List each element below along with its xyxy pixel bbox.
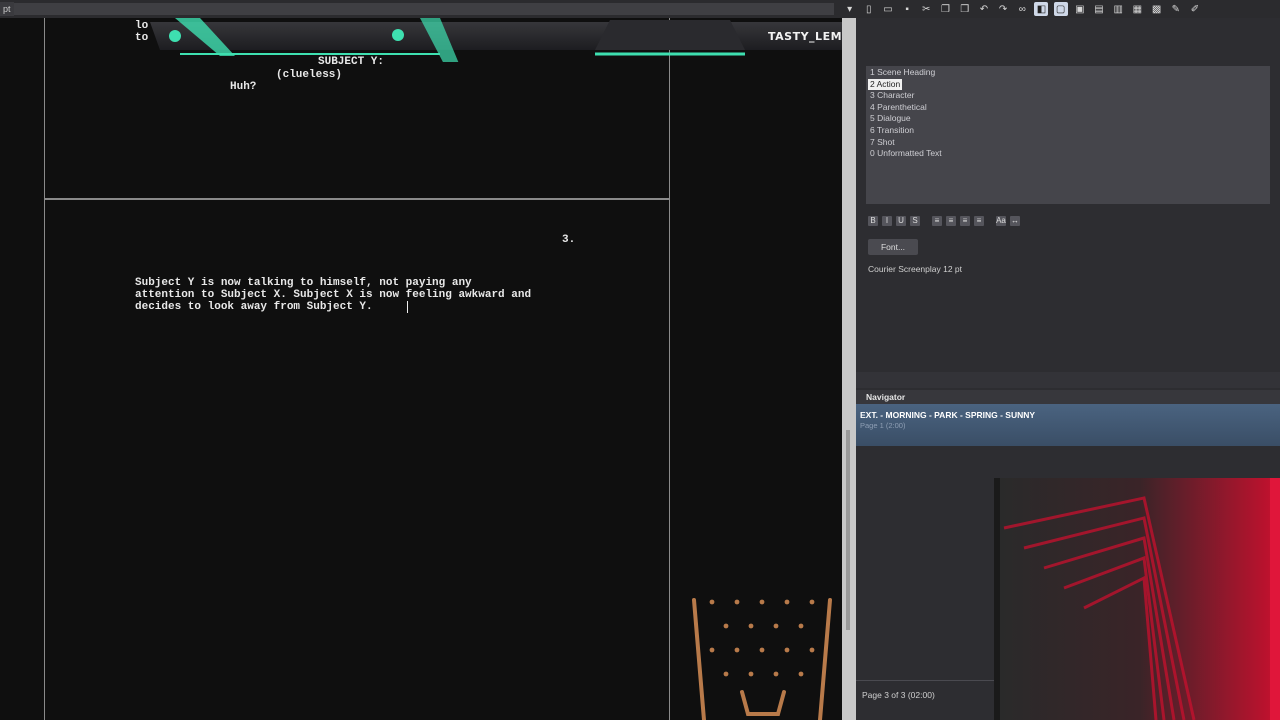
element-type-item[interactable]: 6 Transition — [868, 125, 916, 136]
new-file-icon[interactable]: ▯ — [862, 2, 876, 16]
cut-icon[interactable]: ✂ — [919, 2, 933, 16]
font-button[interactable]: Font... — [868, 239, 918, 255]
font-info-label: Courier Screenplay 12 pt — [868, 264, 963, 274]
navigator-title: Navigator — [866, 392, 906, 402]
format-button[interactable]: ≡ — [974, 216, 984, 226]
format-button[interactable]: ↔ — [1010, 216, 1020, 226]
element-type-item[interactable]: 0 Unformatted Text — [868, 148, 944, 159]
navigator-scene-page: Page 1 (2:00) — [860, 421, 906, 430]
format-button[interactable]: ≡ — [946, 216, 956, 226]
format-toolbar: B I U S ≡ ≡ ≡ ≡ Aa ↔ — [868, 216, 1024, 226]
page-number: 3. — [562, 234, 576, 246]
undo-icon[interactable]: ↶ — [977, 2, 991, 16]
menu-strip — [14, 3, 834, 15]
element-type-item[interactable]: 3 Character — [868, 90, 916, 101]
format-button[interactable]: Aa — [996, 216, 1006, 226]
open-folder-icon[interactable]: ▭ — [881, 2, 895, 16]
format-button[interactable]: I — [882, 216, 892, 226]
paint-icon[interactable]: ◧ — [1034, 2, 1049, 16]
find-icon[interactable]: ∞ — [1015, 2, 1029, 16]
navigator-scene-heading: EXT. - MORNING - PARK - SPRING - SUNNY — [860, 410, 1036, 420]
element-type-list[interactable] — [866, 66, 1270, 204]
layout-icon[interactable]: ▦ — [1130, 2, 1144, 16]
script-page-3: 3. Subject Y is now talking to himself, … — [44, 199, 670, 720]
text-cursor — [407, 301, 408, 313]
element-type-item[interactable]: 7 Shot — [868, 137, 897, 148]
webcam-overlay — [994, 478, 1280, 720]
save-icon[interactable]: ▪ — [900, 2, 914, 16]
format-button[interactable]: ≡ — [932, 216, 942, 226]
splitter-handle[interactable] — [846, 430, 850, 630]
edit-icon[interactable]: ✐ — [1188, 2, 1202, 16]
format-button[interactable]: B — [868, 216, 878, 226]
element-type-item[interactable]: 1 Scene Heading — [868, 67, 937, 78]
dropdown-icon[interactable]: ▾ — [843, 2, 857, 16]
action-line: Subject Y is now talking to himself, not… — [135, 277, 472, 289]
element-type-item[interactable]: 2 Action — [868, 78, 903, 90]
format-button[interactable]: U — [896, 216, 906, 226]
panel-divider — [856, 372, 1280, 388]
decorative-pegboard — [692, 598, 832, 720]
copy-icon[interactable]: ❐ — [939, 2, 953, 16]
view-wide-icon[interactable]: ▥ — [1111, 2, 1125, 16]
view-split-icon[interactable]: ▤ — [1092, 2, 1106, 16]
grid-icon[interactable]: ▩ — [1150, 2, 1164, 16]
action-line: attention to Subject X. Subject X is now… — [135, 289, 532, 301]
action-line: decides to look away from Subject Y. — [135, 301, 373, 313]
format-button[interactable]: ≡ — [960, 216, 970, 226]
parenthetical: (clueless) — [276, 69, 343, 81]
navigator-header — [856, 390, 1280, 404]
dialogue-line: Huh? — [230, 81, 257, 93]
element-type-item[interactable]: 4 Parenthetical — [868, 102, 929, 113]
redo-icon[interactable]: ↷ — [996, 2, 1010, 16]
view-page-icon[interactable]: ▣ — [1073, 2, 1087, 16]
page-status: Page 3 of 3 (02:00) — [862, 690, 935, 700]
tools-icon[interactable]: ✎ — [1169, 2, 1183, 16]
webcam-background — [1000, 478, 1280, 720]
paste-icon[interactable]: ❒ — [958, 2, 972, 16]
app-tab[interactable]: pt — [0, 2, 14, 16]
element-type-item[interactable]: 5 Dialogue — [868, 113, 913, 124]
view-normal-icon[interactable]: ▢ — [1053, 2, 1068, 16]
format-button[interactable]: S — [910, 216, 920, 226]
status-divider — [856, 680, 994, 681]
